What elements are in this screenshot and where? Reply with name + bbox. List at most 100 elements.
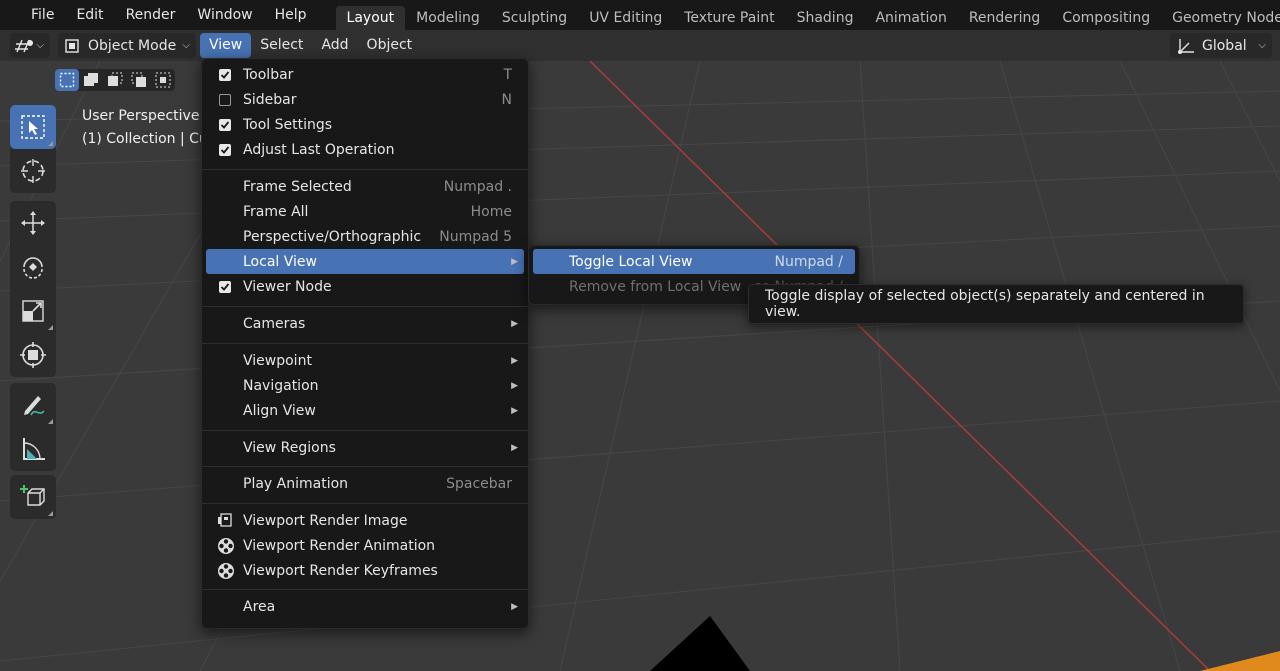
header-menu-object[interactable]: Object	[358, 33, 422, 58]
select-cursor-icon	[21, 115, 45, 139]
toolbar-group-transform	[10, 201, 56, 377]
select-mode-subtract-button[interactable]	[103, 69, 127, 91]
tab-uv-editing[interactable]: UV Editing	[578, 6, 673, 30]
menu-item-perspective-orthographic[interactable]: Perspective/Orthographic Numpad 5	[206, 224, 524, 249]
menu-separator	[202, 589, 528, 590]
menu-help[interactable]: Help	[264, 0, 318, 30]
chevron-down-icon: ⌵	[1258, 40, 1266, 51]
menu-item-viewport-render-keyframes[interactable]: Viewport Render Keyframes	[206, 558, 524, 583]
menu-item-label: Adjust Last Operation	[243, 141, 395, 158]
viewport-header: ⌵ Object Mode ⌵ View Select Add Object G…	[0, 30, 1280, 61]
tab-geometry-nodes[interactable]: Geometry Nodes	[1161, 6, 1280, 30]
checkbox-checked-icon[interactable]	[219, 280, 231, 293]
transform-orientation-dropdown[interactable]: Global ⌵	[1170, 33, 1272, 58]
tab-shading[interactable]: Shading	[786, 6, 865, 30]
chevron-down-icon: ⌵	[182, 40, 190, 51]
menu-item-viewer-node[interactable]: Viewer Node	[206, 274, 524, 299]
menu-separator	[202, 430, 528, 431]
render-animation-icon	[215, 561, 237, 581]
menu-item-tool-settings[interactable]: Tool Settings	[206, 112, 524, 137]
tab-sculpting[interactable]: Sculpting	[491, 6, 578, 30]
3d-viewport[interactable]: User Perspective (1) Collection | Cu	[0, 61, 1280, 671]
shortcut-label: N	[501, 91, 512, 108]
checkbox-checked-icon[interactable]	[219, 118, 231, 131]
editor-type-selector[interactable]: ⌵	[10, 33, 50, 58]
menu-separator	[202, 466, 528, 467]
menu-item-toolbar[interactable]: Toolbar T	[206, 62, 524, 87]
menu-item-label: Cameras	[243, 315, 306, 332]
add-cube-tool[interactable]	[10, 475, 56, 519]
menu-item-frame-all[interactable]: Frame All Home	[206, 199, 524, 224]
menu-render[interactable]: Render	[115, 0, 187, 30]
menu-item-cameras[interactable]: Cameras ▶	[206, 311, 524, 336]
view-dropdown-menu: Toolbar T Sidebar N Tool Settings Adjust…	[201, 58, 529, 629]
shortcut-label: Home	[470, 203, 512, 220]
tab-layout[interactable]: Layout	[335, 6, 406, 30]
move-tool[interactable]	[10, 201, 56, 245]
tab-rendering[interactable]: Rendering	[958, 6, 1052, 30]
viewport-editor-icon	[15, 39, 33, 52]
select-box-tool[interactable]	[10, 105, 56, 149]
menu-item-label: Local View	[243, 253, 317, 270]
header-menu-add[interactable]: Add	[312, 33, 357, 58]
menu-item-play-animation[interactable]: Play Animation Spacebar	[206, 471, 524, 496]
menu-separator	[202, 306, 528, 307]
header-menu-select[interactable]: Select	[251, 33, 312, 58]
select-new-icon	[59, 72, 75, 88]
submenu-arrow-icon: ▶	[511, 318, 518, 329]
tooltip: Toggle display of selected object(s) sep…	[748, 284, 1244, 324]
tooltip-text: Toggle display of selected object(s) sep…	[765, 288, 1205, 320]
tab-texture-paint[interactable]: Texture Paint	[673, 6, 785, 30]
checkbox-checked-icon[interactable]	[219, 143, 231, 156]
workspace-tabs: Layout Modeling Sculpting UV Editing Tex…	[335, 0, 1280, 30]
viewport-grid	[0, 61, 1280, 671]
menu-item-adjust-last-operation[interactable]: Adjust Last Operation	[206, 137, 524, 162]
menu-file[interactable]: File	[20, 0, 65, 30]
move-arrows-icon	[21, 211, 45, 235]
scale-tool[interactable]	[10, 289, 56, 333]
select-mode-intersect-button[interactable]	[151, 69, 175, 91]
menu-item-viewport-render-animation[interactable]: Viewport Render Animation	[206, 533, 524, 558]
scale-icon	[22, 300, 44, 322]
menu-item-sidebar[interactable]: Sidebar N	[206, 87, 524, 112]
menu-item-local-view[interactable]: Local View ▶	[206, 249, 524, 274]
menu-window[interactable]: Window	[186, 0, 263, 30]
rotate-tool[interactable]	[10, 245, 56, 289]
menu-item-label: Viewport Render Keyframes	[243, 562, 438, 579]
submenu-item-toggle-local-view[interactable]: Toggle Local View Numpad /	[533, 249, 855, 274]
tool-options-corner-icon	[48, 141, 53, 146]
x-axis-line	[589, 61, 1211, 671]
menu-item-area[interactable]: Area ▶	[206, 594, 524, 619]
shortcut-label: Numpad .	[443, 178, 512, 195]
select-mode-invert-button[interactable]	[127, 69, 151, 91]
shortcut-label: T	[503, 66, 512, 83]
selection-mode-buttons	[55, 69, 175, 91]
tab-animation[interactable]: Animation	[864, 6, 957, 30]
object-mode-dropdown[interactable]: Object Mode ⌵	[58, 33, 196, 58]
tool-options-corner-icon	[48, 325, 53, 330]
transform-tool[interactable]	[10, 333, 56, 377]
tab-compositing[interactable]: Compositing	[1051, 6, 1161, 30]
select-mode-new-button[interactable]	[55, 69, 79, 91]
menu-edit[interactable]: Edit	[65, 0, 114, 30]
menu-item-frame-selected[interactable]: Frame Selected Numpad .	[206, 174, 524, 199]
cursor-tool[interactable]	[10, 149, 56, 193]
menu-item-viewpoint[interactable]: Viewpoint ▶	[206, 348, 524, 373]
annotate-tool[interactable]	[10, 383, 56, 427]
orientation-label: Global	[1202, 37, 1247, 54]
measure-tool[interactable]	[10, 427, 56, 471]
select-mode-extend-button[interactable]	[79, 69, 103, 91]
menu-separator	[202, 169, 528, 170]
menu-item-label: Sidebar	[243, 91, 297, 108]
menu-item-navigation[interactable]: Navigation ▶	[206, 373, 524, 398]
tab-modeling[interactable]: Modeling	[405, 6, 491, 30]
viewport-info: User Perspective (1) Collection | Cu	[82, 105, 208, 151]
menu-item-label: View Regions	[243, 439, 336, 456]
header-menus: View Select Add Object	[200, 33, 421, 58]
checkbox-checked-icon[interactable]	[219, 68, 231, 81]
menu-item-align-view[interactable]: Align View ▶	[206, 398, 524, 423]
menu-item-view-regions[interactable]: View Regions ▶	[206, 435, 524, 460]
checkbox-unchecked-icon[interactable]	[219, 93, 231, 106]
menu-item-viewport-render-image[interactable]: Viewport Render Image	[206, 508, 524, 533]
header-menu-view[interactable]: View	[200, 33, 252, 58]
